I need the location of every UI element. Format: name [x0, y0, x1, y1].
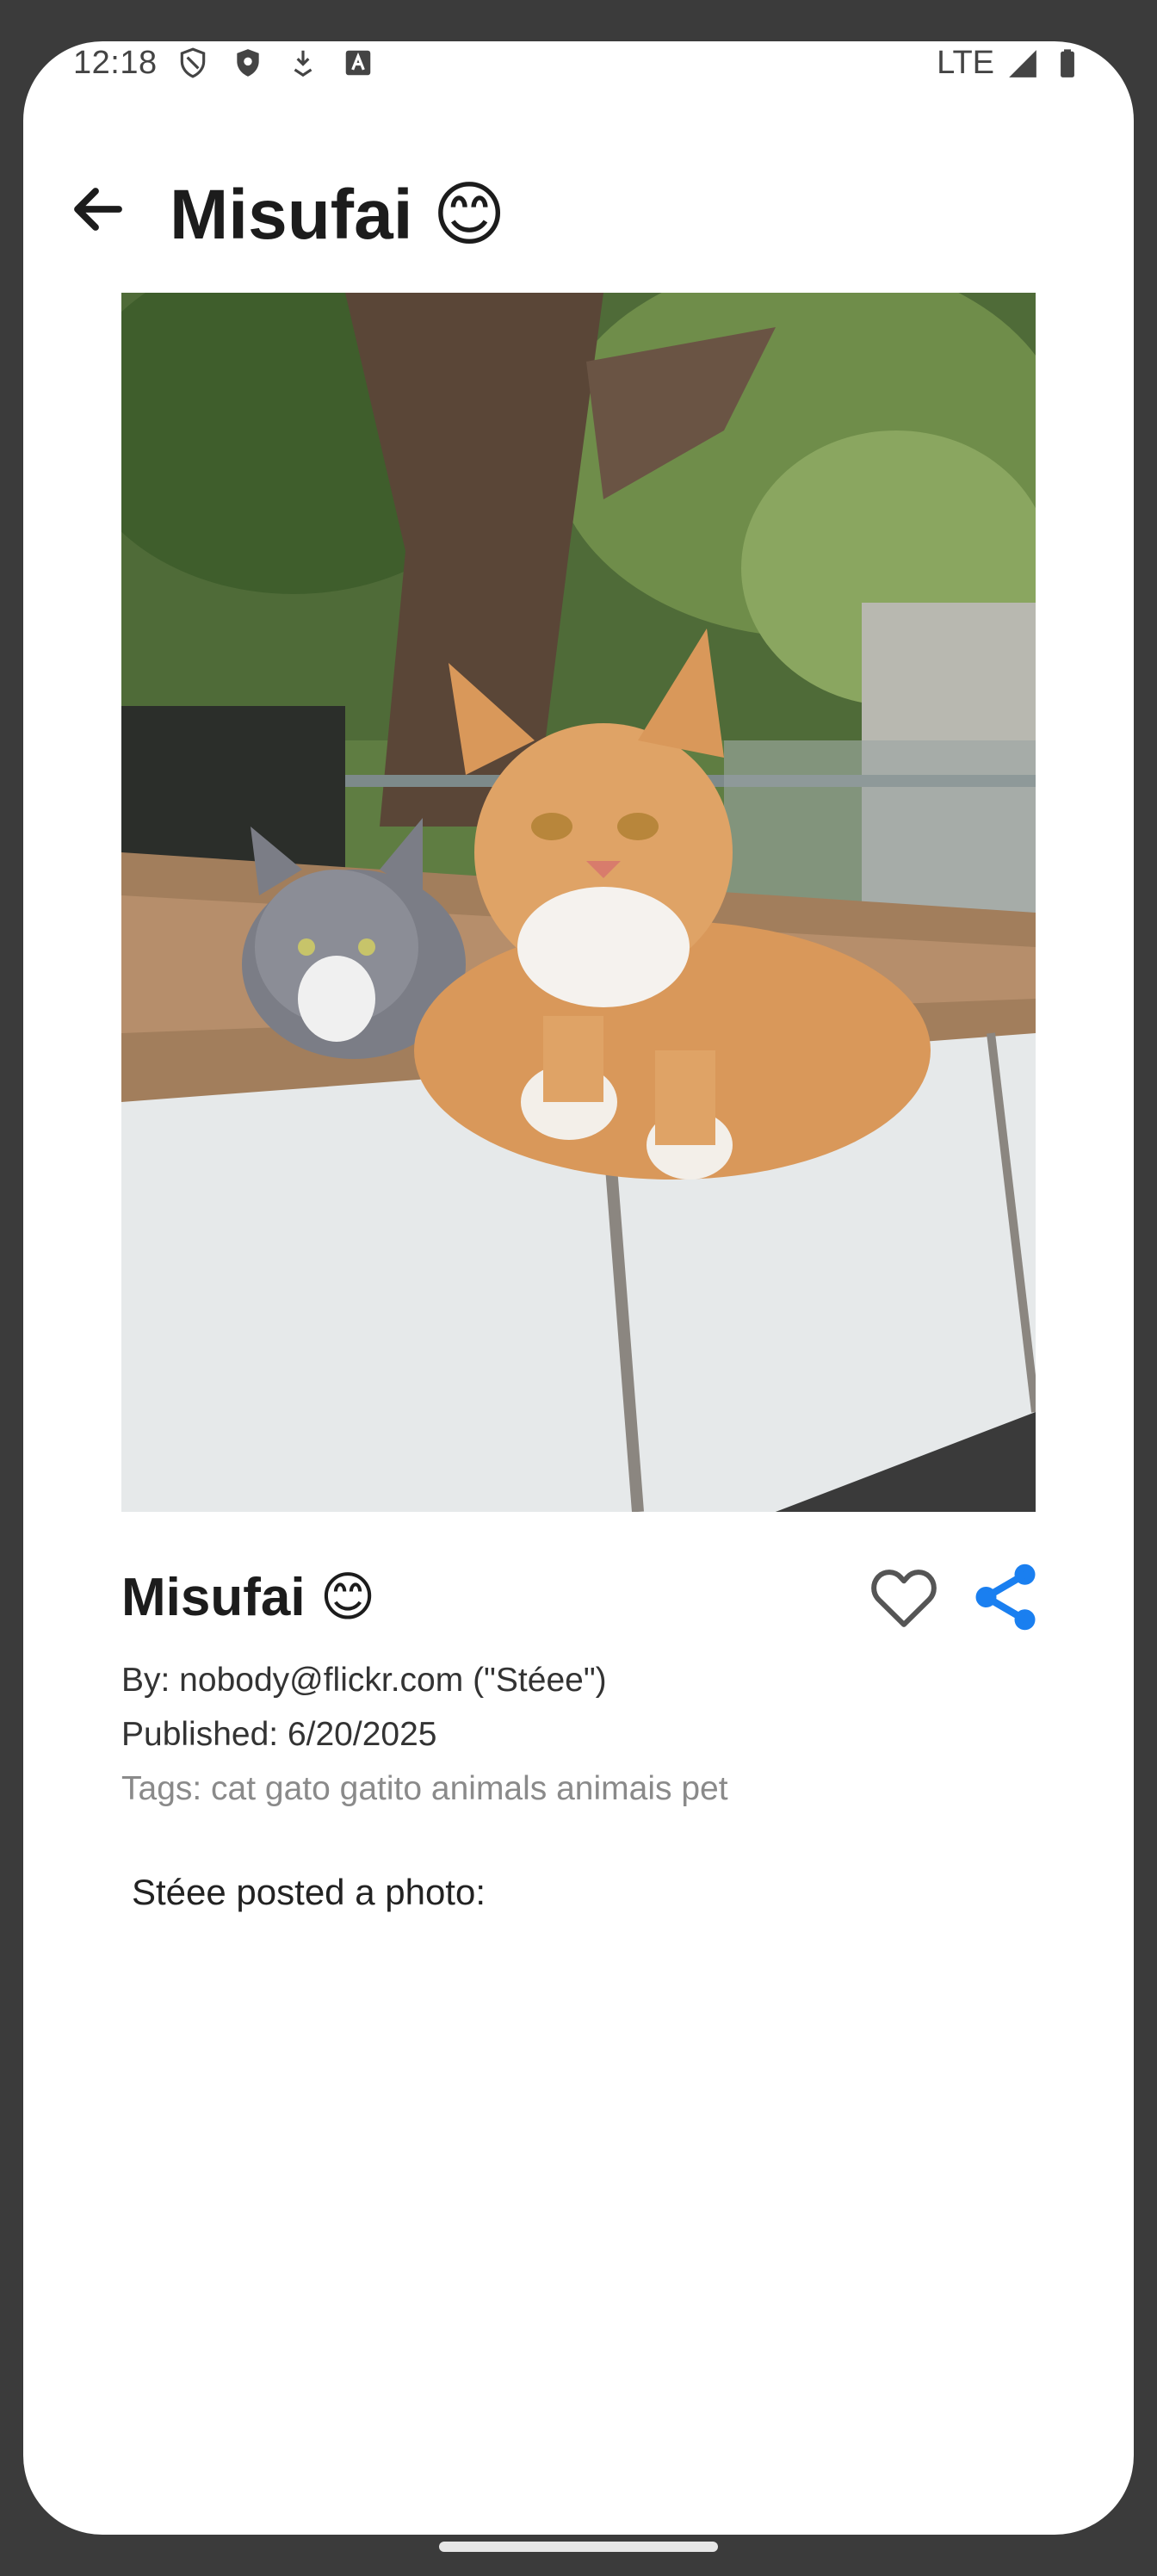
- photo-published-date: Published: 6/20/2025: [121, 1716, 437, 1753]
- favorite-button[interactable]: [865, 1558, 943, 1636]
- shield-filled-icon: [237, 49, 259, 77]
- photo-title: Misufai 😊: [121, 1568, 376, 1627]
- photo-description: Stéee posted a photo:: [132, 1872, 486, 1912]
- photo-illustration: [121, 293, 1036, 1512]
- font-icon: [345, 50, 371, 76]
- phone-screen: 12:18 LTE Misufai 😊 Misufai 😊 By: nobody…: [23, 41, 1134, 2535]
- status-notification-icons: [176, 46, 374, 79]
- shield-outline-icon: [180, 47, 206, 78]
- heart-outline-icon: [871, 1570, 937, 1627]
- cats-photo[interactable]: [121, 293, 1036, 1512]
- status-time: 12:18: [73, 45, 158, 81]
- arrow-back-icon: [74, 188, 122, 231]
- status-right-group: LTE: [937, 45, 1084, 82]
- status-bar: 12:18 LTE: [23, 41, 1134, 91]
- download-icon: [294, 50, 312, 77]
- page-title: Misufai 😊: [170, 176, 506, 254]
- app-bar: Misufai 😊: [23, 127, 1134, 254]
- home-indicator[interactable]: [439, 2542, 718, 2552]
- photo-author: By: nobody@flickr.com ("Stéee"): [121, 1662, 607, 1699]
- signal-icon: [1009, 49, 1036, 77]
- network-type: LTE: [937, 45, 994, 81]
- share-icon: [975, 1564, 1036, 1631]
- battery-icon: [1061, 48, 1074, 77]
- photo-tags: Tags: cat gato gatito animals animais pe…: [121, 1770, 728, 1807]
- share-button[interactable]: [967, 1558, 1044, 1636]
- back-button[interactable]: [59, 170, 137, 248]
